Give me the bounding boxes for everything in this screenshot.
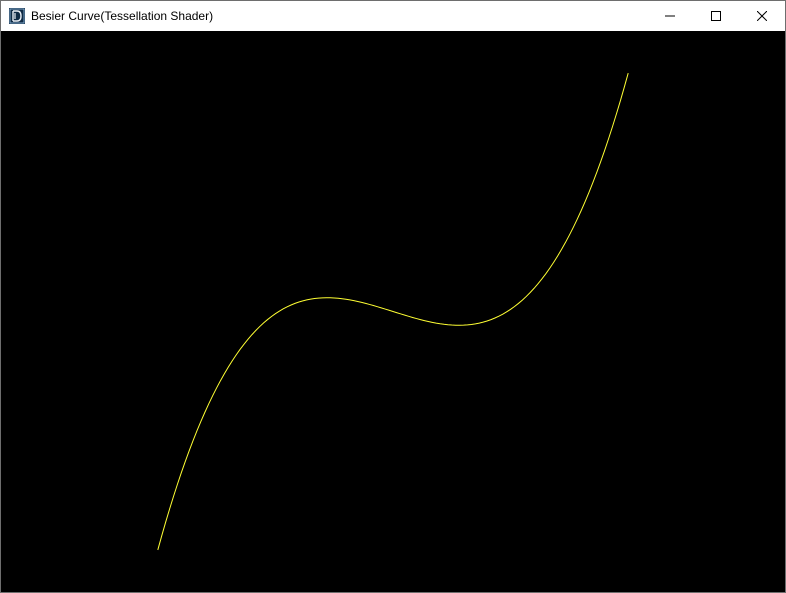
close-icon [757,11,767,21]
maximize-button[interactable] [693,1,739,31]
window-title: Besier Curve(Tessellation Shader) [31,9,214,23]
render-canvas[interactable] [1,31,785,592]
close-button[interactable] [739,1,785,31]
title-bar[interactable]: Besier Curve(Tessellation Shader) [1,1,785,31]
app-window: Besier Curve(Tessellation Shader) [0,0,786,593]
maximize-icon [711,11,721,21]
bezier-curve [157,72,629,551]
minimize-button[interactable] [647,1,693,31]
opengl-app-icon [9,8,25,24]
minimize-icon [665,15,675,17]
bezier-curve-view [157,72,629,551]
